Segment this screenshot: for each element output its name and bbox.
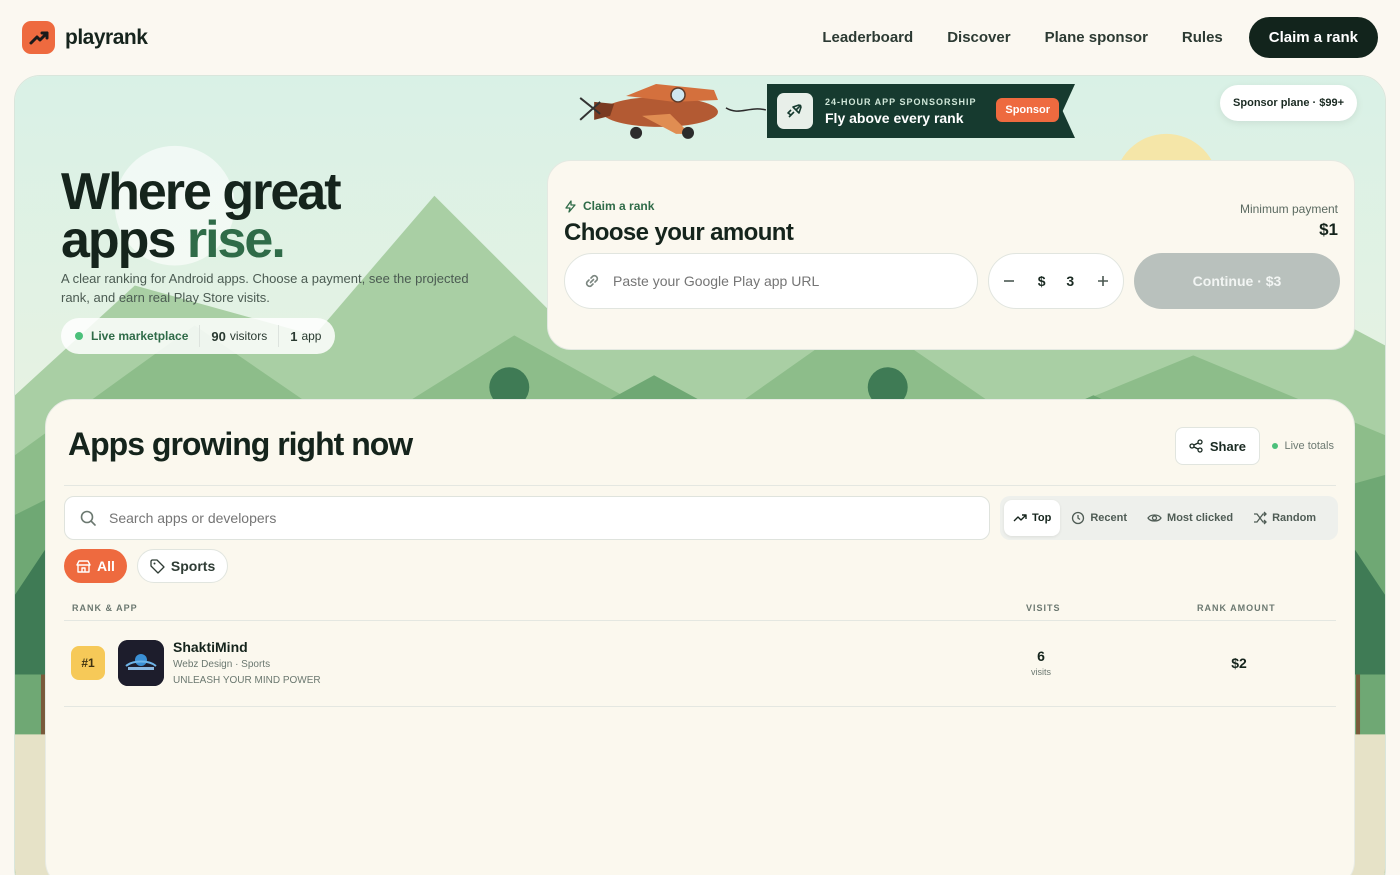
sort-recent-label: Recent — [1090, 512, 1128, 524]
sort-most-clicked[interactable]: Most clicked — [1138, 500, 1242, 536]
sponsor-plane-button[interactable]: Sponsor plane · $99+ — [1220, 85, 1357, 121]
column-rank-amount: RANK AMOUNT — [1197, 603, 1276, 613]
visits-label: visits — [1031, 667, 1051, 677]
claim-title: Choose your amount — [564, 219, 794, 246]
sort-most-clicked-label: Most clicked — [1167, 512, 1234, 524]
claim-kicker: Claim a rank — [564, 199, 1338, 213]
hero-subline: A clear ranking for Android apps. Choose… — [61, 271, 469, 305]
amount-stepper[interactable]: $ 3 — [988, 253, 1124, 309]
brand-name: playrank — [65, 25, 148, 49]
claim-kicker-label: Claim a rank — [583, 199, 655, 213]
minimum-payment: Minimum payment $1 — [1240, 202, 1338, 240]
app-developer-category: Webz Design · Sports — [173, 659, 271, 670]
search-field[interactable] — [64, 496, 990, 540]
sponsor-badge: Sponsor — [996, 98, 1059, 122]
sort-top[interactable]: Top — [1004, 500, 1061, 536]
headline-word-apps: apps — [61, 211, 176, 269]
hero-headline: Where great apps rise. — [61, 163, 342, 266]
sponsor-banner[interactable]: 24-HOUR APP SPONSORSHIP Fly above every … — [767, 84, 1075, 138]
column-rank-app: RANK & APP — [72, 603, 138, 613]
chip-sports[interactable]: Sports — [136, 549, 229, 583]
search-icon — [80, 510, 96, 526]
banner-kicker: 24-HOUR APP SPONSORSHIP — [825, 96, 977, 107]
app-name[interactable]: ShaktiMind — [173, 639, 248, 655]
nav-discover[interactable]: Discover — [947, 29, 1010, 46]
marketplace-stats: Live marketplace 90 visitors 1 app — [61, 318, 336, 354]
headline-line-1: Where great — [61, 163, 342, 221]
trend-up-icon — [22, 21, 55, 54]
chip-sports-label: Sports — [170, 558, 216, 574]
shuffle-icon — [1254, 511, 1267, 525]
clock-icon — [1072, 511, 1085, 525]
headline-line-2: apps rise. — [61, 214, 340, 266]
apps-count: 1 — [290, 328, 298, 344]
nav-plane-sponsor[interactable]: Plane sponsor — [1045, 29, 1148, 46]
share-label: Share — [1209, 438, 1246, 454]
share-icon — [1189, 439, 1203, 453]
search-input[interactable] — [109, 510, 959, 526]
list-title: Apps growing right now — [68, 426, 413, 462]
min-payment-label: Minimum payment — [1239, 202, 1338, 216]
nav-links: Leaderboard Discover Plane sponsor Rules — [822, 29, 1222, 46]
min-payment-value: $1 — [1319, 220, 1338, 239]
live-marketplace-label: Live marketplace — [91, 329, 189, 343]
nav-rules[interactable]: Rules — [1182, 29, 1223, 46]
minus-icon[interactable] — [1001, 273, 1017, 289]
app-url-input[interactable] — [613, 273, 953, 289]
sort-random-label: Random — [1272, 512, 1317, 524]
visits-count: 6 — [1037, 648, 1045, 664]
banner-title: Fly above every rank — [825, 109, 964, 126]
chip-all[interactable]: All — [64, 549, 127, 583]
tag-icon — [150, 558, 165, 574]
sort-top-label: Top — [1032, 512, 1052, 524]
category-chips: All Sports — [64, 549, 229, 583]
chip-all-label: All — [97, 558, 115, 574]
app-tagline: UNLEASH YOUR MIND POWER — [173, 675, 321, 686]
sort-random[interactable]: Random — [1244, 500, 1325, 536]
visits-cell: 6 visits — [1016, 648, 1066, 677]
live-dot-icon — [1272, 443, 1279, 449]
app-url-field[interactable] — [564, 253, 978, 309]
column-visits: VISITS — [1026, 603, 1061, 613]
trend-up-icon — [1013, 514, 1027, 522]
live-totals-label: Live totals — [1284, 440, 1334, 452]
nav-leaderboard[interactable]: Leaderboard — [822, 29, 913, 46]
rank-amount: $2 — [1231, 655, 1247, 671]
claim-rank-button[interactable]: Claim a rank — [1248, 17, 1378, 58]
currency-symbol: $ — [1037, 273, 1046, 289]
visitors-label: visitors — [229, 329, 268, 343]
headline-word-rise: rise. — [186, 211, 286, 269]
plane-icon — [777, 93, 813, 129]
apps-label: app — [301, 329, 322, 343]
link-icon — [585, 274, 599, 288]
eye-icon — [1147, 514, 1162, 522]
bolt-icon — [565, 199, 576, 213]
live-totals: Live totals — [1272, 440, 1334, 452]
table-row[interactable]: #1 ShaktiMind Webz Design · Sports UNLEA… — [64, 621, 1336, 707]
logo[interactable]: playrank — [22, 21, 148, 54]
share-button[interactable]: Share — [1174, 427, 1260, 465]
amount-value[interactable]: 3 — [1066, 273, 1074, 289]
claim-card: Claim a rank Choose your amount Minimum … — [547, 160, 1355, 350]
store-icon — [76, 559, 91, 573]
plus-icon[interactable] — [1095, 273, 1111, 289]
live-dot-icon — [75, 332, 83, 340]
top-nav: playrank Leaderboard Discover Plane spon… — [0, 0, 1400, 75]
apps-list-card: Apps growing right now Share Live totals… — [45, 399, 1355, 875]
sort-recent[interactable]: Recent — [1062, 500, 1136, 536]
sort-tabs: Top Recent Most clicked Random — [1000, 496, 1338, 540]
continue-button[interactable]: Continue · $3 — [1134, 253, 1340, 309]
rank-badge: #1 — [71, 646, 105, 680]
visitors-count: 90 — [211, 328, 226, 344]
app-icon — [118, 640, 164, 686]
